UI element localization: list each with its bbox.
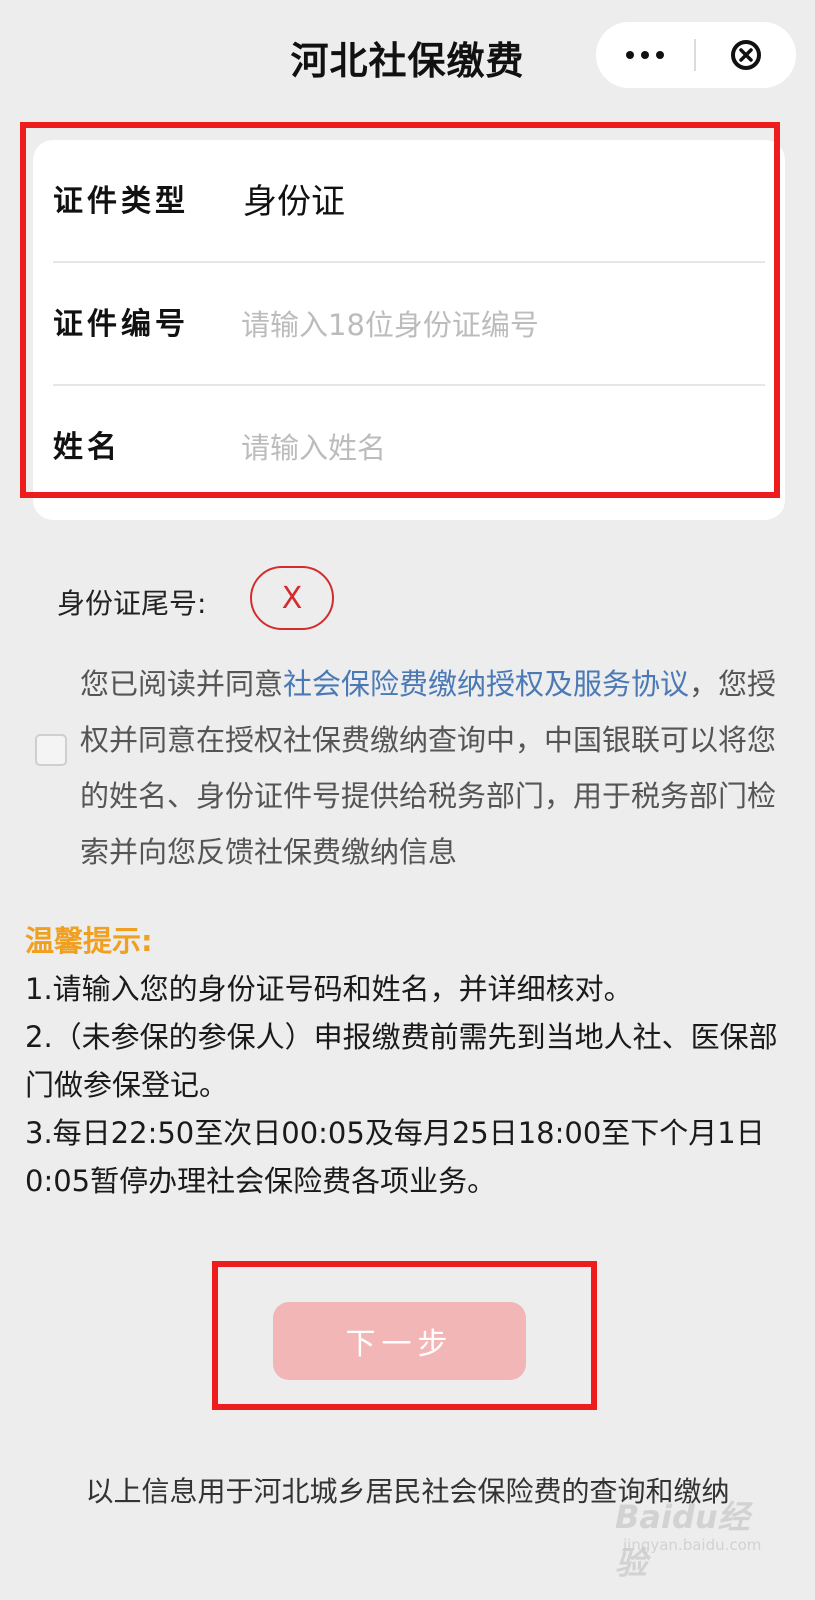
tip-item-3: 3.每日22:50至次日00:05及每月25日18:00至下个月1日0:05暂停…	[25, 1116, 765, 1198]
cert-number-row: 证件编号	[53, 263, 765, 387]
mini-program-capsule	[596, 22, 796, 88]
identity-form: 证件类型 身份证 证件编号 姓名	[33, 140, 785, 520]
id-tail-badge: X	[250, 566, 334, 630]
more-button[interactable]	[596, 22, 694, 88]
agreement-prefix: 您已阅读并同意	[80, 667, 284, 701]
tips-title: 温馨提示:	[25, 924, 153, 958]
close-button[interactable]	[696, 22, 796, 88]
next-step-button[interactable]: 下一步	[273, 1302, 526, 1380]
watermark-url: jingyan.baidu.com	[623, 1536, 762, 1554]
baidu-watermark: Baidu经验 jingyan.baidu.com	[615, 1492, 775, 1582]
more-dots-icon	[626, 51, 634, 59]
id-tail-label: 身份证尾号:	[57, 587, 207, 620]
name-label: 姓名	[53, 430, 121, 465]
agreement-link[interactable]: 社会保险费缴纳授权及服务协议	[283, 667, 689, 701]
agreement-text: 您已阅读并同意社会保险费缴纳授权及服务协议，您授权并同意在授权社保费缴纳查询中，…	[80, 656, 780, 880]
name-row: 姓名	[53, 386, 765, 510]
tip-item-1: 1.请输入您的身份证号码和姓名，并详细核对。	[25, 972, 633, 1006]
cert-type-label: 证件类型	[53, 184, 189, 219]
name-input[interactable]	[241, 420, 741, 476]
warm-tips: 温馨提示: 1.请输入您的身份证号码和姓名，并详细核对。 2.（未参保的参保人）…	[25, 917, 785, 1205]
nav-bar: 河北社保缴费	[0, 0, 815, 110]
agreement-checkbox[interactable]	[35, 734, 67, 766]
cert-number-label: 证件编号	[53, 307, 189, 342]
cert-type-row[interactable]: 证件类型 身份证	[53, 140, 765, 264]
cert-number-input[interactable]	[241, 297, 741, 353]
tip-item-2: 2.（未参保的参保人）申报缴费前需先到当地人社、医保部门做参保登记。	[25, 1020, 778, 1102]
close-circle-icon	[731, 40, 761, 70]
cert-type-value[interactable]: 身份证	[243, 140, 345, 264]
